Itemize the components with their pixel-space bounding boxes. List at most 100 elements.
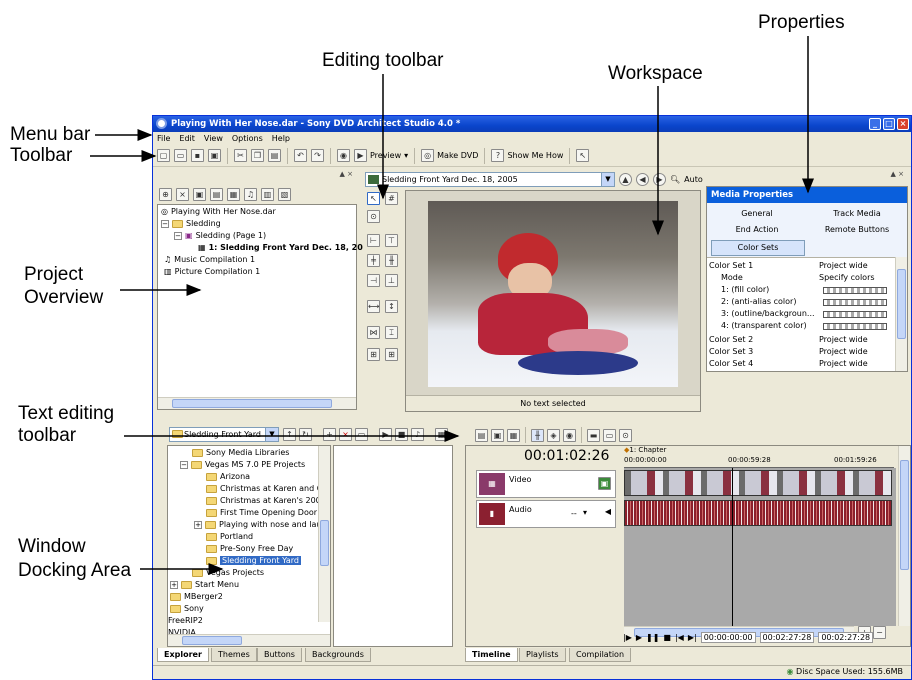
general-button[interactable]: General (709, 207, 805, 221)
explorer-item[interactable]: Sony Media Libraries (192, 448, 289, 457)
chapter-marker[interactable]: ◆1: Chapter (624, 446, 666, 454)
picture-icon[interactable]: ▥ (261, 187, 274, 201)
speaker-icon[interactable]: ◀ (605, 507, 611, 516)
undo-icon[interactable]: ↶ (294, 149, 307, 162)
up-icon[interactable]: ▲ (619, 173, 632, 186)
chevron-down-icon[interactable]: ▼ (265, 428, 278, 441)
align-right-icon[interactable]: ⊣ (367, 274, 380, 287)
tab-buttons[interactable]: Buttons (257, 648, 302, 662)
link-icon[interactable]: ⊕ (159, 187, 172, 201)
remote-buttons-button[interactable]: Remote Buttons (809, 223, 905, 237)
show-me-how-button[interactable]: ? Show Me How (491, 149, 563, 162)
delete-icon[interactable]: × (339, 428, 352, 441)
copy-icon[interactable]: ❐ (251, 149, 264, 162)
tab-explorer[interactable]: Explorer (157, 648, 209, 662)
pause-icon[interactable]: ❚❚ (646, 633, 659, 642)
scene-icon[interactable]: ▤ (210, 187, 223, 201)
snap-icon[interactable]: ╫ (531, 428, 544, 442)
region-icon[interactable]: ▭ (603, 428, 616, 442)
insert-button-icon[interactable]: ▦ (507, 428, 520, 442)
auto-preview-icon[interactable]: ♪ (411, 428, 424, 441)
align-left-icon[interactable]: ⊢ (367, 234, 380, 247)
navigation-icon[interactable]: ◉ (337, 149, 350, 162)
tab-compilation[interactable]: Compilation (569, 648, 632, 662)
prop-row-color-set-3[interactable]: Color Set 3 (709, 346, 753, 358)
prop-row-transparent[interactable]: 4: (transparent color) (721, 320, 807, 332)
stop-icon[interactable]: ■ (395, 428, 408, 441)
playhead[interactable] (732, 468, 733, 626)
prop-row-color-set-1[interactable]: Color Set 1 (709, 260, 753, 272)
zoom-icon[interactable]: 🔍︎ (670, 175, 680, 184)
lock-icon[interactable]: ◉ (563, 428, 576, 442)
compilation-icon[interactable]: ▧ (278, 187, 291, 201)
title-bar[interactable]: Playing With Her Nose.dar - Sony DVD Arc… (153, 116, 911, 132)
explorer-item[interactable]: Pre-Sony Free Day (206, 544, 293, 553)
views-icon[interactable]: ▦ (435, 428, 448, 441)
project-overview-hscroll[interactable] (158, 397, 356, 409)
go-to-start-icon[interactable]: |◀ (675, 633, 684, 642)
go-to-end-icon[interactable]: ▶| (688, 633, 697, 642)
track-media-button[interactable]: Track Media (809, 207, 905, 221)
zoom-value[interactable]: Auto (684, 175, 703, 184)
folder-combo[interactable]: Sledding Front Yard ▼ (169, 427, 279, 442)
zoom-tool-icon[interactable]: ⊙ (367, 210, 380, 223)
color-swatch[interactable] (823, 299, 887, 306)
open-icon[interactable]: ▭ (174, 149, 187, 162)
collapse-icon[interactable]: − (161, 219, 169, 228)
align-top-icon[interactable]: ⊤ (385, 234, 398, 247)
play-icon[interactable]: ▶ (379, 428, 392, 441)
align-center-icon[interactable]: ╪ (367, 254, 380, 267)
audio-clip[interactable] (624, 500, 892, 526)
same-height-icon[interactable]: ↕ (385, 300, 398, 313)
make-dvd-button[interactable]: ◎ Make DVD (421, 149, 478, 162)
loop-icon[interactable]: ⊙ (619, 428, 632, 442)
explorer-item[interactable]: Christmas at Karen and Gr (206, 484, 326, 493)
explorer-hscroll[interactable] (168, 634, 330, 646)
explorer-vscroll[interactable] (318, 446, 330, 622)
expand-icon[interactable]: + (194, 520, 202, 529)
menu-file[interactable]: File (157, 132, 170, 145)
new-icon[interactable]: ▢ (157, 149, 170, 162)
color-sets-button[interactable]: Color Sets (711, 240, 805, 256)
end-action-button[interactable]: End Action (709, 223, 805, 237)
menu-options[interactable]: Options (232, 132, 263, 145)
audio-track-header[interactable]: ▮ Audio -- ▾ ◀ (476, 500, 616, 528)
audio-level-dropdown-icon[interactable]: ▾ (583, 508, 587, 517)
explorer-item[interactable]: Arizona (206, 472, 250, 481)
center-vertical-icon[interactable]: ⊞ (385, 348, 398, 361)
explorer-item[interactable]: Vegas Projects (192, 568, 264, 577)
collapse-icon[interactable]: − (174, 231, 182, 240)
explorer-item[interactable]: + Playing with nose and laug (194, 520, 327, 529)
minimize-button[interactable]: _ (869, 118, 881, 130)
media-icon[interactable]: ▦ (227, 187, 240, 201)
preview-button[interactable]: ▶ Preview ▾ (354, 149, 408, 162)
video-clip[interactable] (624, 470, 892, 496)
selection-tool-icon[interactable]: ↖ (367, 192, 380, 205)
prop-value[interactable]: Specify colors (819, 272, 875, 284)
prop-row-anti-alias[interactable]: 2: (anti-alias color) (721, 296, 796, 308)
prop-row-mode[interactable]: Mode (721, 272, 743, 284)
explorer-item-selected[interactable]: Sledding Front Yard (206, 556, 301, 565)
chevron-down-icon[interactable]: ▼ (601, 173, 614, 186)
center-horizontal-icon[interactable]: ⊞ (367, 348, 380, 361)
workspace-area[interactable]: No text selected (405, 190, 701, 412)
music-icon[interactable]: ♫ (244, 187, 257, 201)
tree-music[interactable]: ♫ Music Compilation 1 (164, 255, 255, 264)
video-track-header[interactable]: ▦ Video ▣ (476, 470, 616, 498)
menu-edit[interactable]: Edit (179, 132, 195, 145)
page-select-combo[interactable]: Sledding Front Yard Dec. 18, 2005 ▼ (365, 172, 615, 187)
space-across-icon[interactable]: ⋈ (367, 326, 380, 339)
explorer-item[interactable]: + Start Menu (170, 580, 239, 589)
expand-icon[interactable]: + (170, 580, 178, 589)
tree-root[interactable]: ◎ Playing With Her Nose.dar (161, 207, 276, 216)
prop-row-color-set-2[interactable]: Color Set 2 (709, 334, 753, 346)
delete-icon[interactable]: × (176, 187, 189, 201)
menu-page-icon[interactable]: ▣ (193, 187, 206, 201)
same-width-icon[interactable]: ⟷ (367, 300, 380, 313)
color-swatch[interactable] (823, 287, 887, 294)
insert-chapter-icon[interactable]: ▤ (475, 428, 488, 442)
stop-icon[interactable]: ■ (663, 633, 671, 642)
tree-sledding[interactable]: − Sledding (161, 219, 221, 228)
menu-help[interactable]: Help (272, 132, 290, 145)
tree-picture[interactable]: ▥ Picture Compilation 1 (164, 267, 260, 276)
